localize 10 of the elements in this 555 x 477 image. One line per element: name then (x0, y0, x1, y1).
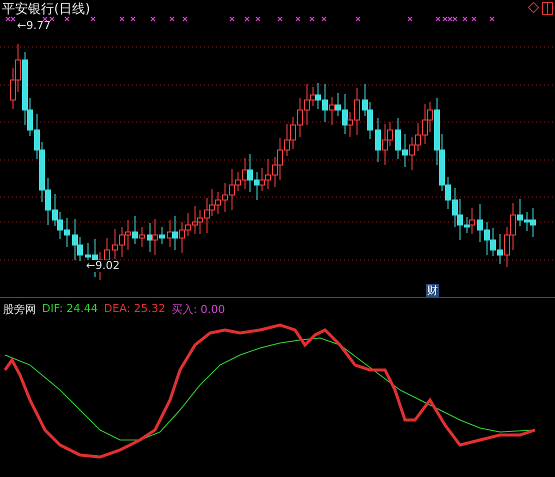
legend-label: DIF: 24.44 (42, 302, 98, 317)
low-price-label: ←9.02 (86, 260, 120, 272)
diamond-icon[interactable] (528, 2, 539, 13)
finance-marker: 财 (426, 284, 439, 297)
high-price-label: ←9.77 (17, 19, 51, 32)
legend-label: 买入: 0.00 (171, 302, 226, 317)
legend-label: DEA: 25.32 (104, 302, 166, 317)
chart-title: 平安银行(日线) (2, 2, 90, 17)
indicator-name: 股旁网 (3, 302, 36, 317)
panel-icon[interactable] (542, 2, 553, 15)
